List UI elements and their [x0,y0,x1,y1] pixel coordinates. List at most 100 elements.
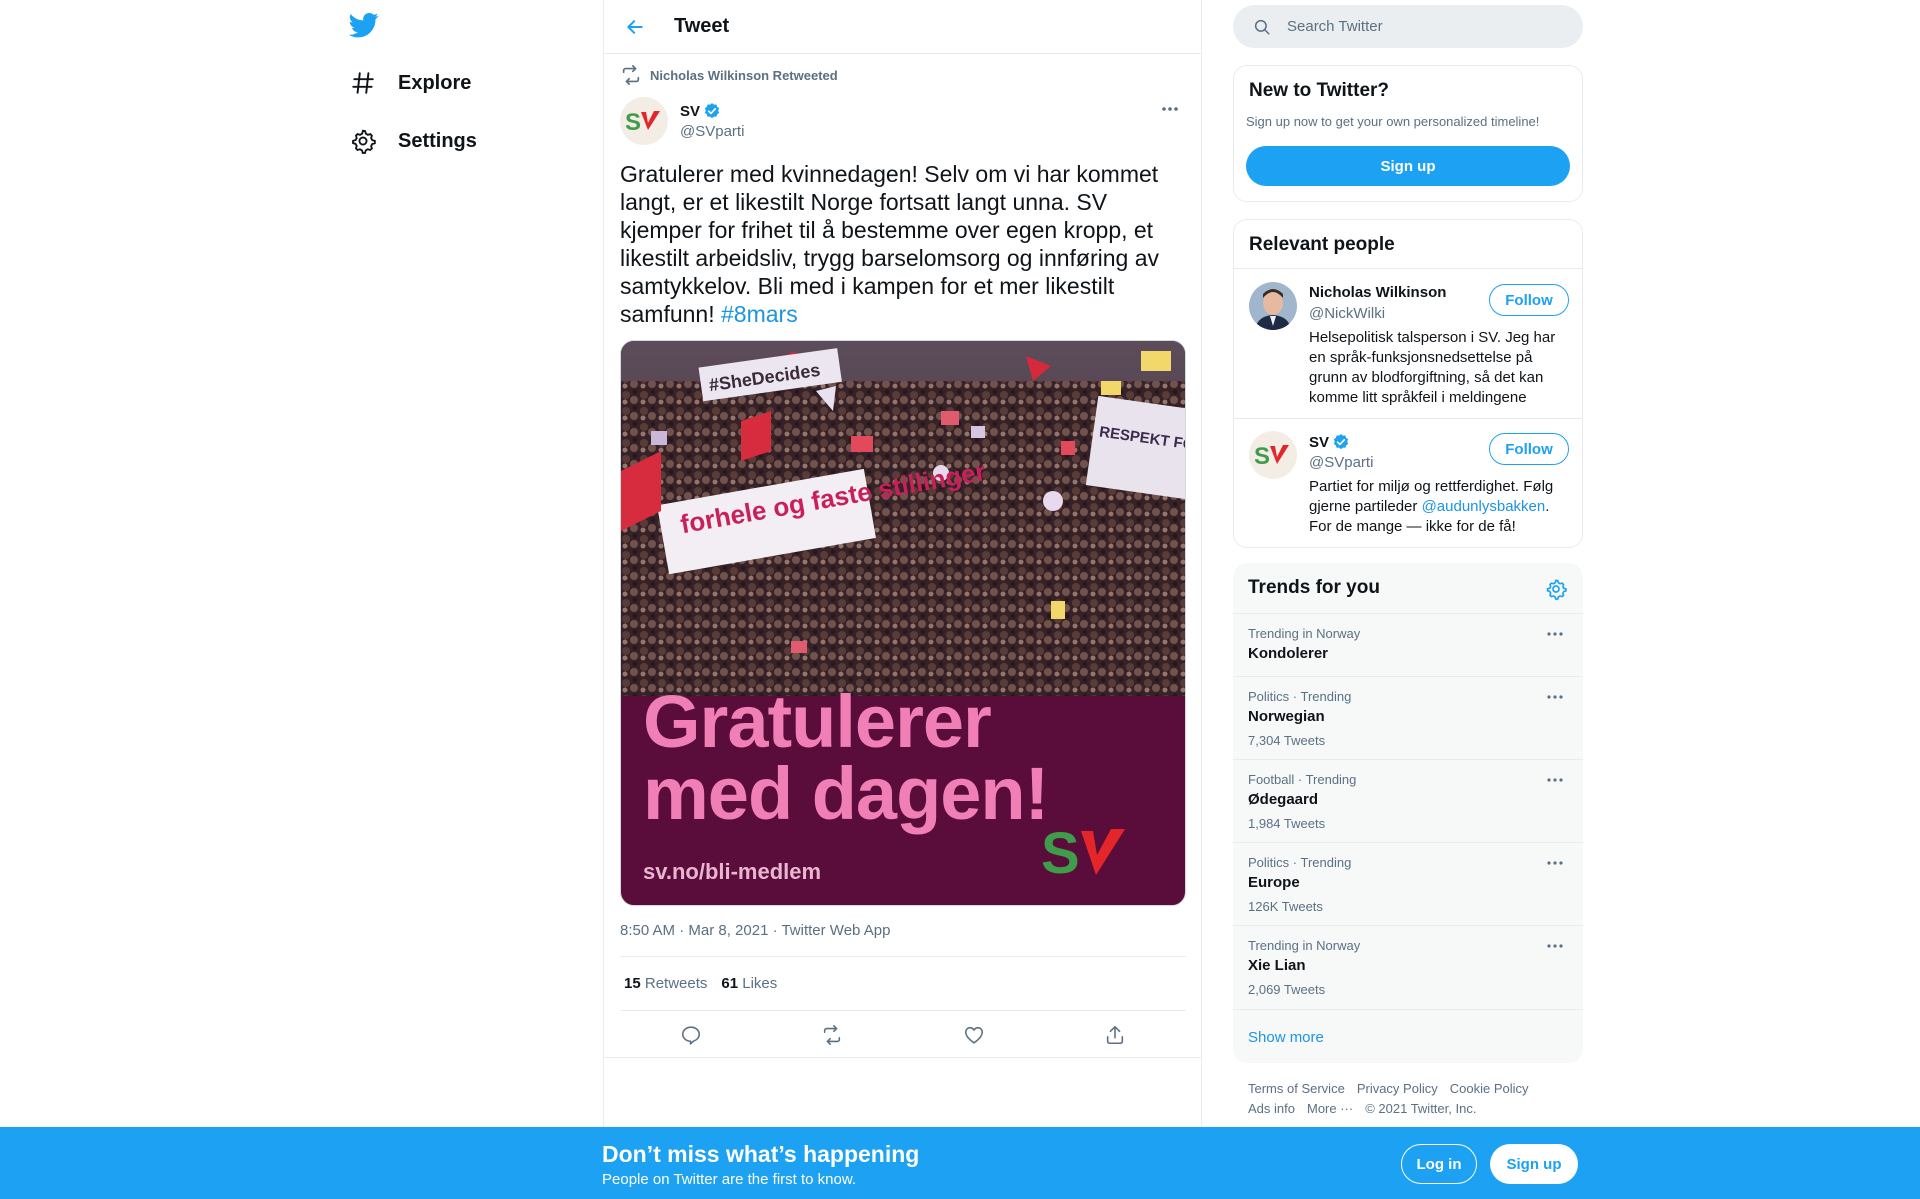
footer-cookie-link[interactable]: Cookie Policy [1450,1081,1529,1096]
retweet-icon [824,1025,841,1045]
heart-icon [964,1026,983,1044]
trend-name: Ødegaard [1248,791,1319,808]
tweet-text: Gratulerer med kvinnedagen! Selv om vi h… [620,160,1186,328]
trend-count: 7,304 Tweets [1248,733,1326,748]
trend-item[interactable]: Trending in Norway Xie Lian 2,069 Tweets [1233,925,1583,1009]
tweet-actions [620,1020,1186,1050]
trend-context: Football · Trending [1248,772,1357,787]
retweeted-by-label[interactable]: Nicholas Wilkinson Retweeted [650,68,838,83]
footer-links: Terms of Service Privacy Policy Cookie Pol… [1248,1079,1568,1119]
trend-more-button[interactable] [1543,853,1567,873]
retweets-label: Retweets [644,975,708,992]
tweet-stats: 15 Retweets 61 Likes [624,975,777,992]
footer-privacy-link[interactable]: Privacy Policy [1357,1081,1438,1096]
relevant-people-card: Relevant people Nicholas Wilkinson @Nick… [1233,219,1583,548]
share-icon [1107,1025,1124,1045]
log-in-button[interactable]: Log in [1401,1144,1477,1184]
trend-context: Trending in Norway [1248,626,1361,641]
retweet-button[interactable] [812,1020,852,1050]
trend-more-button[interactable] [1543,624,1567,644]
mention-link[interactable]: @audunlysbakken [1422,498,1546,515]
new-to-twitter-subtitle: Sign up now to get your own personalized… [1246,114,1540,129]
footer-terms-link[interactable]: Terms of Service [1248,1081,1345,1096]
footer-more-link[interactable]: More ··· [1307,1101,1353,1116]
avatar[interactable] [1249,282,1297,330]
more-dots-icon [1547,632,1563,636]
gear-icon [1546,579,1567,600]
retweets-stat[interactable]: 15 Retweets [624,975,707,992]
trend-more-button[interactable] [1543,770,1567,790]
search-box[interactable] [1233,5,1583,48]
footer-ads-info-link[interactable]: Ads info [1248,1101,1295,1116]
relevant-people-title: Relevant people [1249,234,1395,255]
banner-title: Don’t miss what’s happening [602,1141,920,1167]
trend-name: Europe [1248,874,1300,891]
footer-copyright: © 2021 Twitter, Inc. [1365,1101,1477,1116]
retweeted-by: Nicholas Wilkinson Retweeted [620,64,838,86]
trend-count: 126K Tweets [1248,899,1323,914]
retweet-icon [620,64,642,86]
crowd-photo: #SheDecides forhele og faste stillinger … [621,341,1185,704]
author-handle[interactable]: @SVparti [680,123,744,140]
nav-settings-label: Settings [398,129,477,152]
trend-context: Politics · Trending [1248,689,1352,704]
trend-name: Kondolerer [1248,645,1329,662]
follow-button[interactable]: Follow [1489,284,1569,316]
tweet-media[interactable]: #SheDecides forhele og faste stillinger … [620,340,1186,906]
person-handle: @NickWilki [1309,305,1386,322]
login-banner: Don’t miss what’s happening People on Tw… [0,1127,1920,1199]
like-button[interactable] [954,1020,994,1050]
trends-card: Trends for you Trending in Norway Kondol… [1233,563,1583,1063]
tweet-more-button[interactable] [1154,97,1186,121]
likes-label: Likes [742,975,778,992]
show-more-link[interactable]: Show more [1248,1029,1324,1046]
tweet-body: Gratulerer med kvinnedagen! Selv om vi h… [620,161,1160,327]
sign-up-button[interactable]: Sign up [1246,146,1570,186]
person-bio: Helsepolitisk talsperson i SV. Jeg har e… [1309,329,1556,406]
twitter-bird-icon[interactable] [349,10,385,46]
likes-stat[interactable]: 61 Likes [721,975,777,992]
person-name: Nicholas Wilkinson [1309,284,1447,301]
divider [1233,1009,1583,1010]
trend-more-button[interactable] [1543,936,1567,956]
trends-settings-button[interactable] [1545,578,1567,600]
more-dots-icon [1547,778,1563,782]
hashtag-icon [350,70,376,96]
search-input[interactable] [1287,18,1557,35]
avatar[interactable]: S [620,97,668,145]
trend-context: Trending in Norway [1248,938,1361,953]
likes-count: 61 [721,975,739,992]
trend-item[interactable]: Football · Trending Ødegaard 1,984 Tweet… [1233,759,1583,842]
poster-headline-line1: Gratulerer [643,680,992,763]
trend-item[interactable]: Politics · Trending Norwegian 7,304 Twee… [1233,676,1583,759]
poster-url: sv.no/bli-medlem [643,859,822,884]
trend-item[interactable]: Politics · Trending Europe 126K Tweets [1233,842,1583,925]
trend-more-button[interactable] [1543,687,1567,707]
divider [604,1057,1202,1058]
nav-explore[interactable]: Explore [346,58,475,108]
more-dots-icon [1162,107,1178,111]
divider [620,956,1186,957]
trend-name: Norwegian [1248,708,1325,725]
person-handle: @SVparti [1309,454,1374,471]
share-button[interactable] [1095,1020,1135,1050]
gear-icon [350,128,376,154]
reply-icon [681,1026,700,1045]
trend-item[interactable]: Trending in Norway Kondolerer [1233,613,1583,676]
tweet-timestamp[interactable]: 8:50 AM · Mar 8, 2021 · Twitter Web App [620,922,890,939]
avatar[interactable]: SV [1249,431,1297,479]
follow-button[interactable]: Follow [1489,433,1569,465]
poster-headline-line2: med dagen! [643,752,1049,835]
author-name[interactable]: SV [680,102,744,120]
nav-settings[interactable]: Settings [346,116,481,166]
hashtag-link[interactable]: #8mars [721,301,798,327]
reply-button[interactable] [671,1020,711,1050]
tweet-author: S SV @SVparti [620,97,1186,145]
back-button[interactable] [615,7,655,47]
banner-sign-up-button[interactable]: Sign up [1490,1144,1578,1184]
search-icon [1254,19,1270,34]
main-header: Tweet [604,0,1201,54]
author-name-text: SV [680,102,701,120]
trend-count: 1,984 Tweets [1248,816,1326,831]
trend-count: 2,069 Tweets [1248,982,1326,997]
